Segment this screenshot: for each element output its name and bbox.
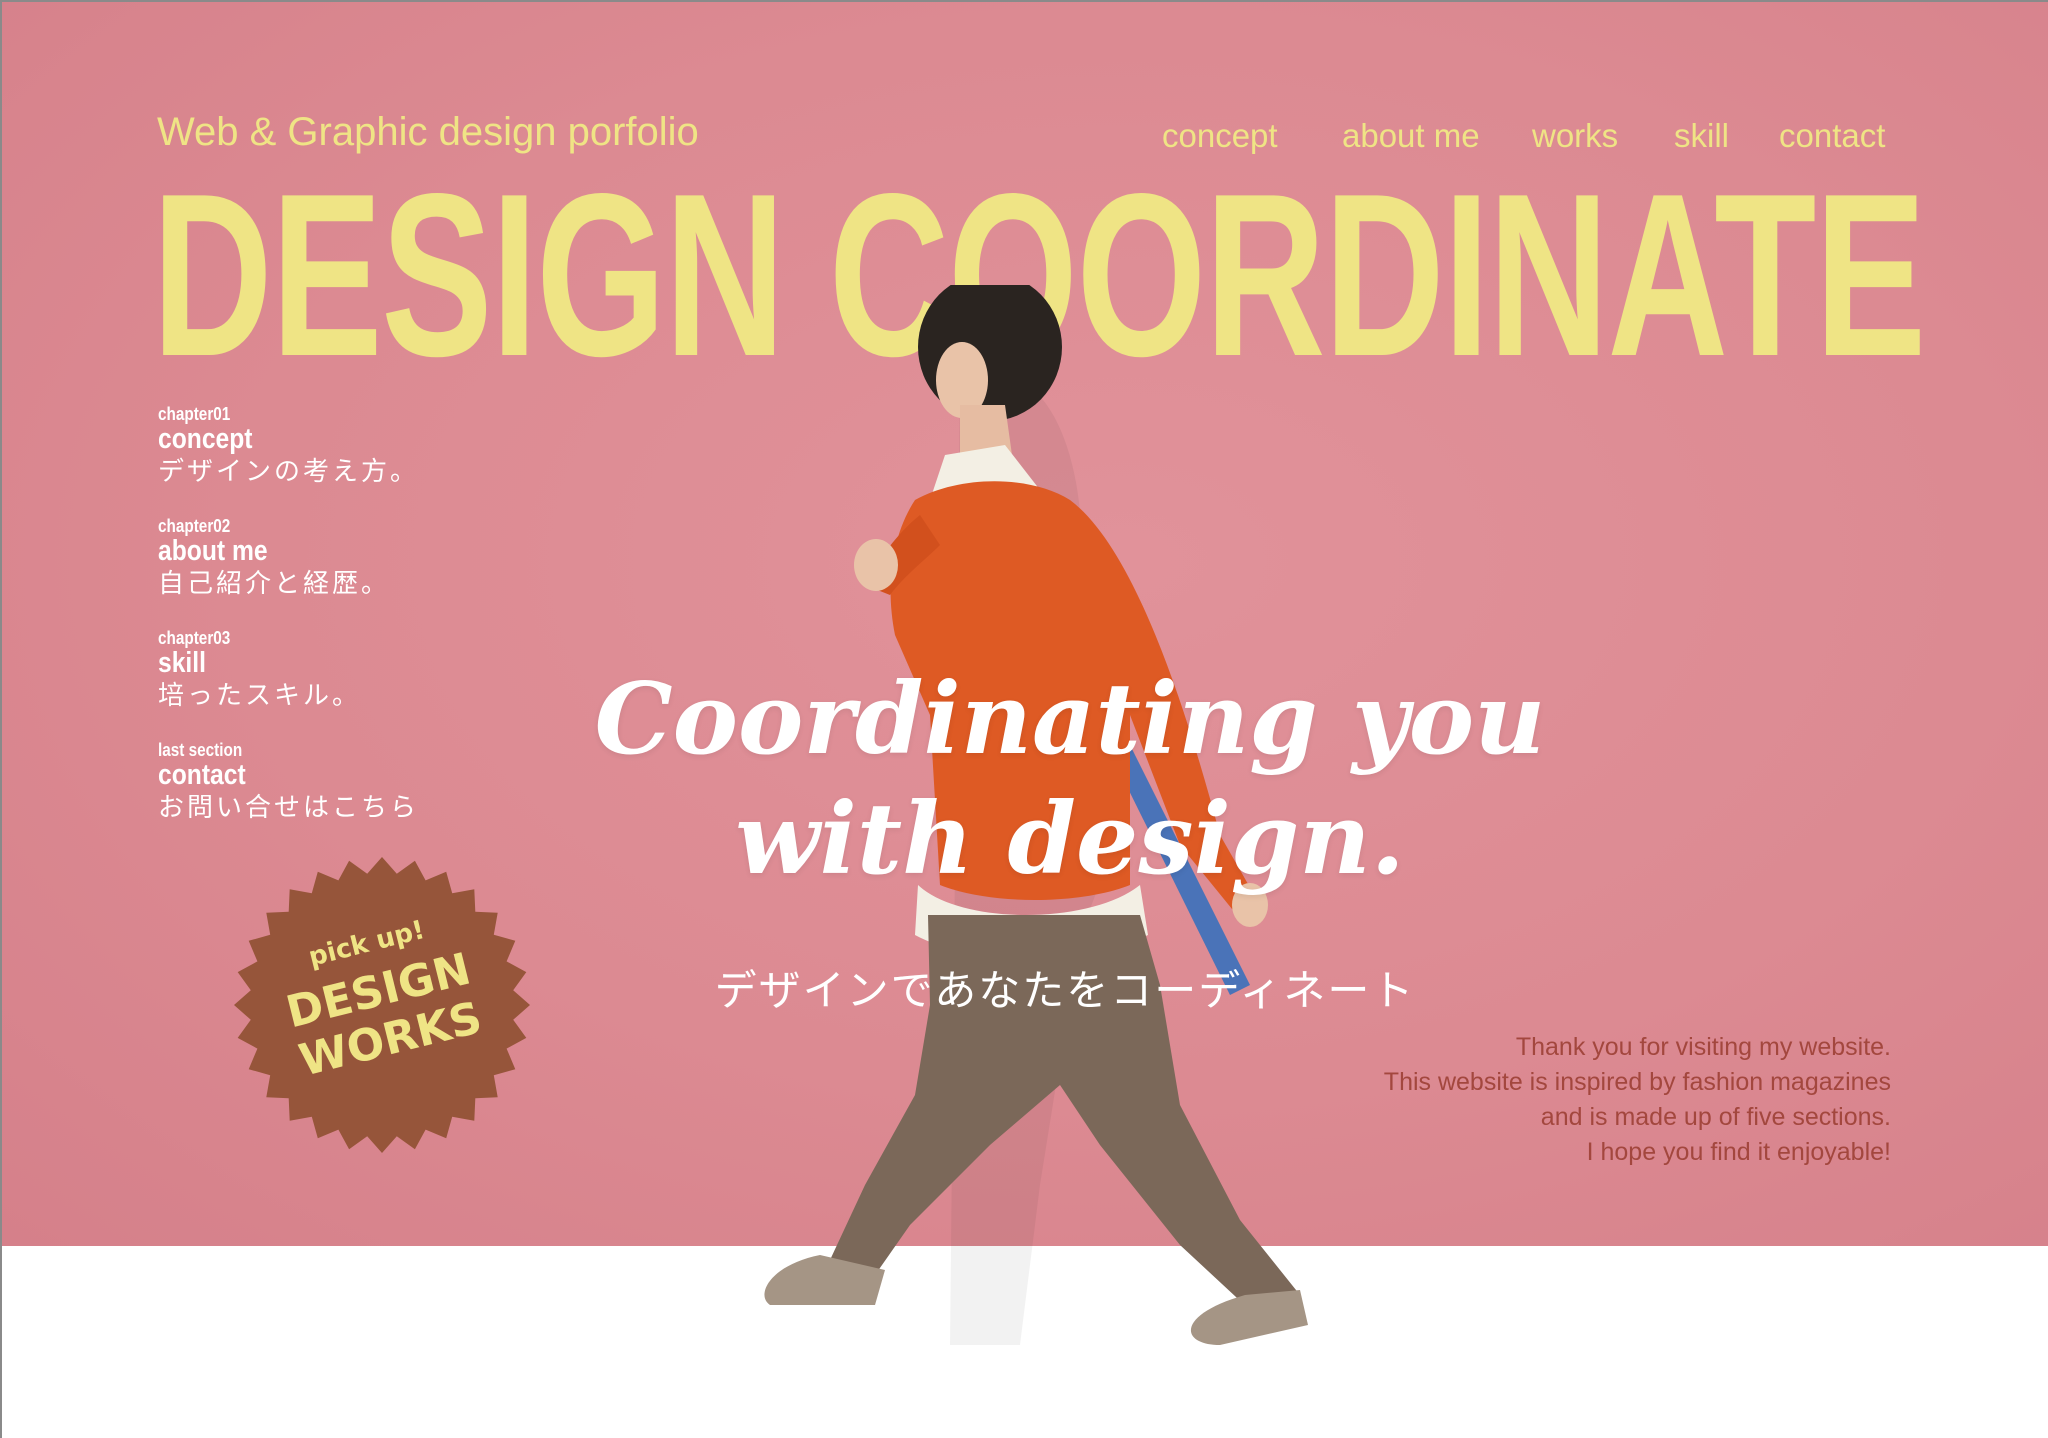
top-border xyxy=(0,0,2048,2)
chapter-description: お問い合せはこちら xyxy=(158,793,420,823)
chapter-about-me[interactable]: chapter02 about me 自己紹介と経歴。 xyxy=(158,516,458,602)
intro-line: This website is inspired by fashion maga… xyxy=(1383,1068,1891,1096)
left-border xyxy=(0,0,2,1438)
script-line-1: Coordinating you xyxy=(594,662,1546,777)
chapter-number: chapter01 xyxy=(158,404,231,424)
chapter-number: last section xyxy=(158,740,243,760)
chapter-description: 自己紹介と経歴。 xyxy=(158,569,391,599)
chapter-number: chapter02 xyxy=(158,516,231,536)
pickup-badge[interactable]: pick up! DESIGN WORKS xyxy=(232,855,532,1155)
script-line-2: with design. xyxy=(735,782,1405,897)
chapter-title[interactable]: contact xyxy=(158,760,413,790)
intro-line: I hope you find it enjoyable! xyxy=(1586,1138,1891,1166)
intro-line: Thank you for visiting my website. xyxy=(1515,1033,1891,1061)
chapter-skill[interactable]: chapter03 skill 培ったスキル。 xyxy=(158,628,458,714)
script-heading: Coordinating you with design. xyxy=(540,660,1600,900)
chapter-number: chapter03 xyxy=(158,628,231,648)
chapter-contact[interactable]: last section contact お問い合せはこちら xyxy=(158,740,458,826)
intro-text: Thank you for visiting my website. This … xyxy=(1331,1030,1891,1170)
chapter-title[interactable]: skill xyxy=(158,648,413,678)
chapter-title[interactable]: concept xyxy=(158,424,413,454)
japanese-tagline: デザインであなたをコーディネート xyxy=(714,966,1416,1015)
intro-line: and is made up of five sections. xyxy=(1540,1103,1891,1131)
chapter-description: 培ったスキル。 xyxy=(158,681,362,711)
chapter-title[interactable]: about me xyxy=(158,536,413,566)
chapter-description: デザインの考え方。 xyxy=(158,457,420,487)
chapter-list: chapter01 concept デザインの考え方。 chapter02 ab… xyxy=(158,404,458,852)
chapter-concept[interactable]: chapter01 concept デザインの考え方。 xyxy=(158,404,458,490)
